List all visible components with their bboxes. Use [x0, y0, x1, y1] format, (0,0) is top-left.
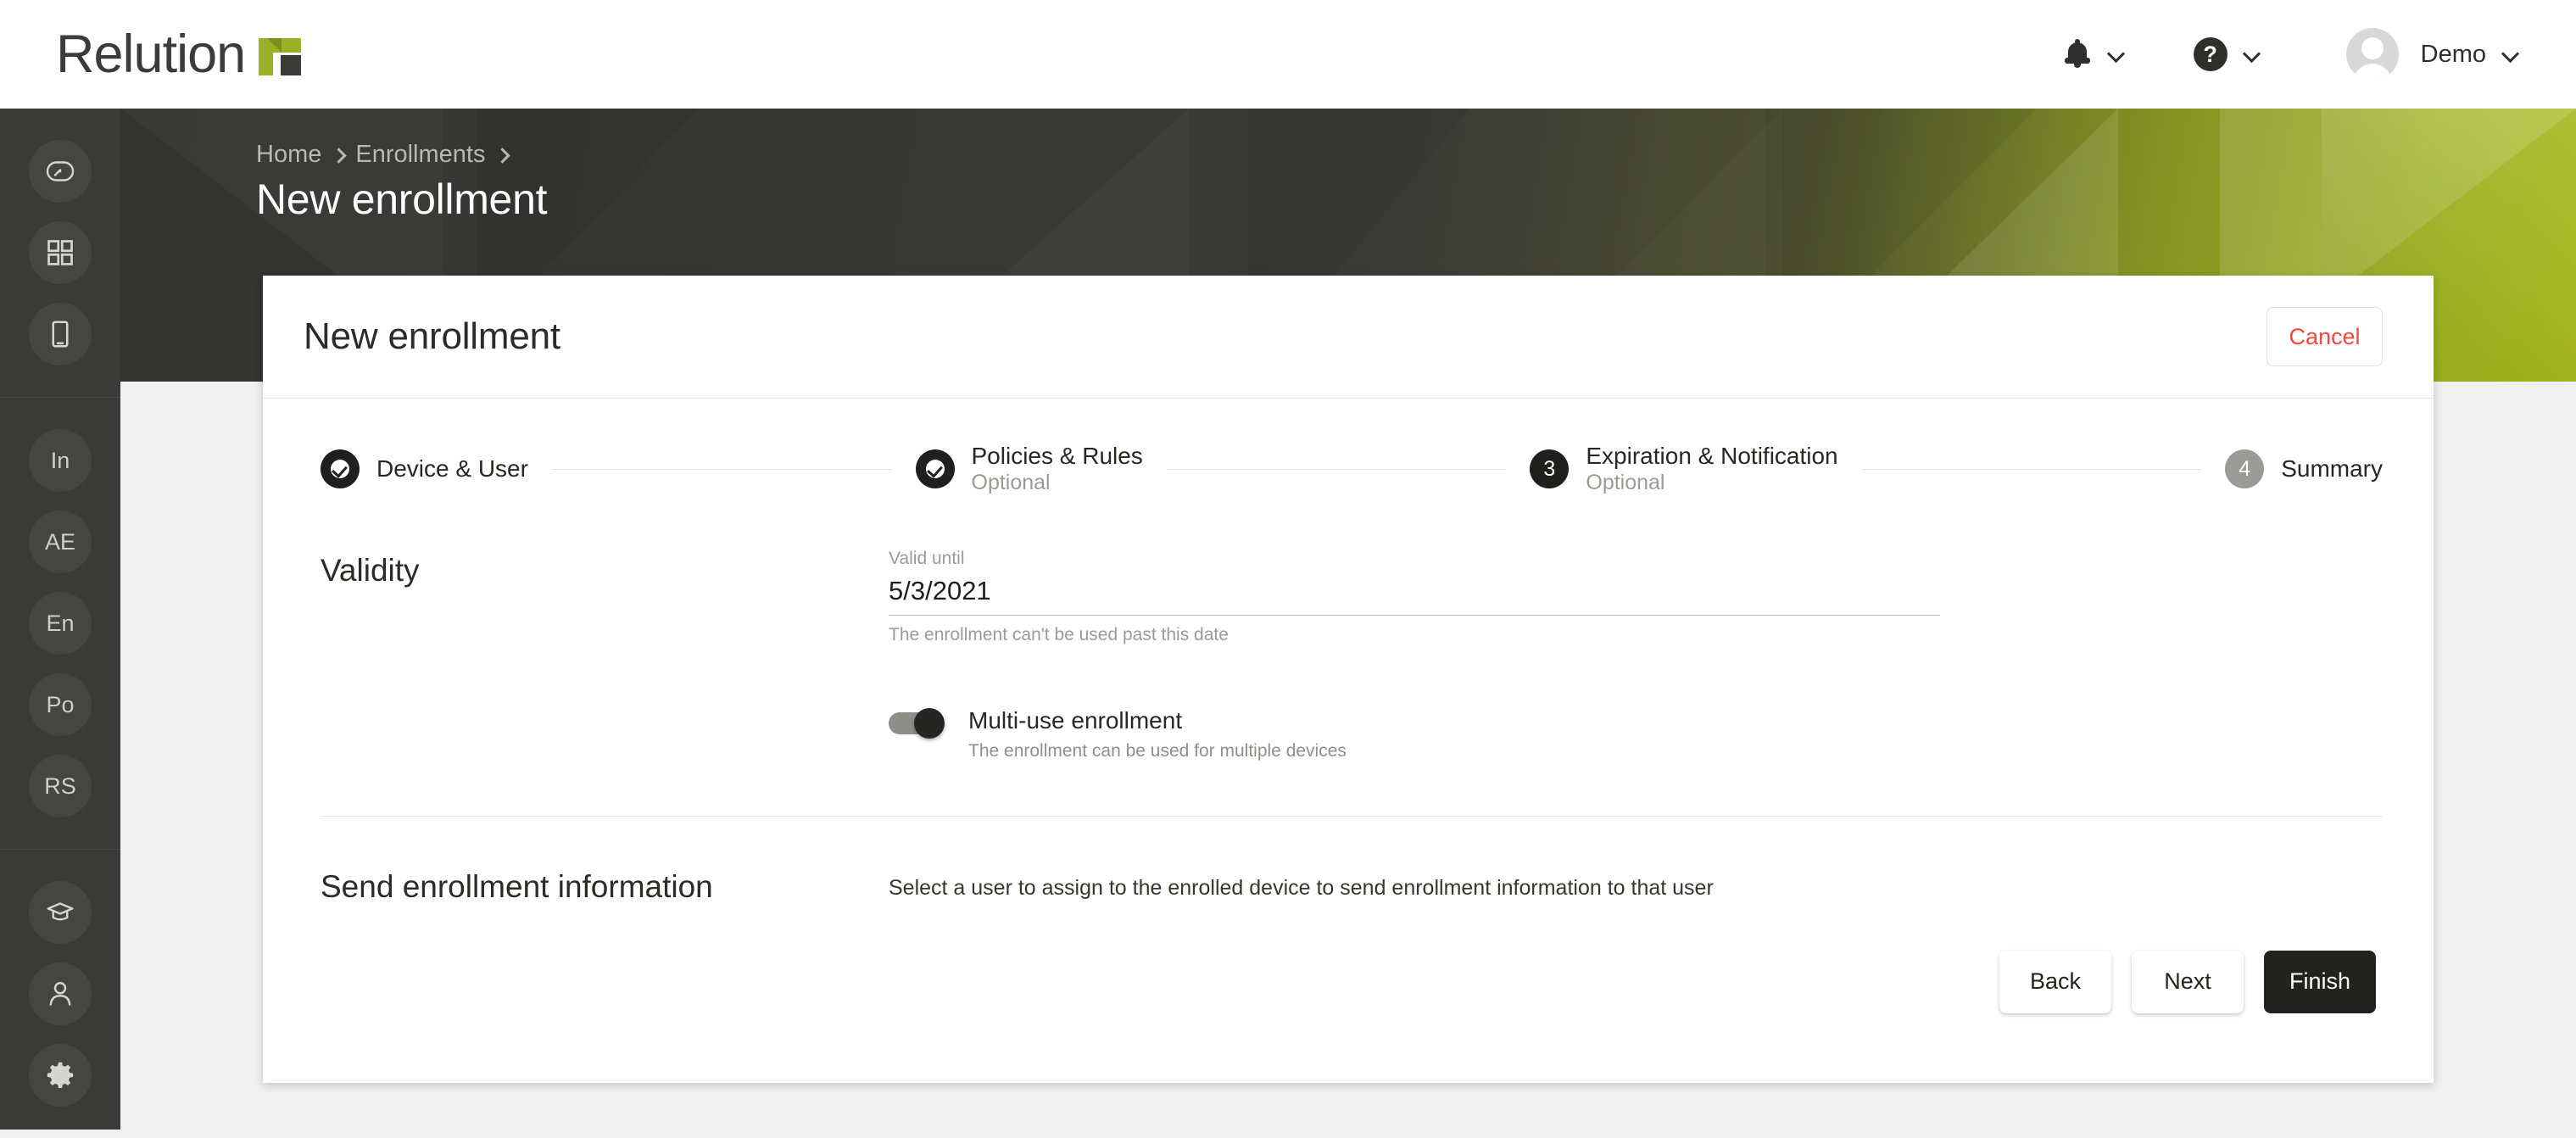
multi-use-label: Multi-use enrollment — [968, 707, 1183, 734]
step-complete-icon — [321, 449, 360, 489]
sidebar-item-label: AE — [29, 510, 92, 573]
finish-button[interactable]: Finish — [2264, 950, 2376, 1013]
notifications-menu[interactable] — [2063, 39, 2126, 70]
chevron-down-icon — [2107, 45, 2126, 64]
sidebar-item-label: En — [29, 592, 92, 655]
relution-mark-icon — [259, 33, 302, 75]
multi-use-toggle[interactable] — [889, 708, 945, 739]
sidebar-item-dashboard[interactable] — [0, 131, 120, 212]
chevron-down-icon — [2501, 45, 2520, 64]
brand-logo[interactable]: Relution — [56, 24, 302, 84]
sidebar-item-devices[interactable] — [0, 293, 120, 375]
sidebar-item-label: In — [29, 429, 92, 492]
valid-until-label: Valid until — [889, 549, 965, 569]
sidebar-group-management: In AE En Po RS — [0, 397, 120, 849]
top-bar-actions: ? Demo — [2063, 28, 2520, 81]
valid-until-field: Valid until 5/3/2021 The enrollment can'… — [889, 548, 1940, 645]
user-name: Demo — [2420, 40, 2486, 68]
step-device-and-user[interactable]: Device & User — [321, 449, 528, 489]
sidebar-item-education[interactable] — [0, 872, 120, 953]
step-label: Policies & Rules — [971, 443, 1143, 469]
wizard-stepper: Device & User Policies & Rules Optional … — [263, 399, 2434, 495]
user-menu[interactable]: Demo — [2261, 28, 2520, 81]
sidebar-item-label: RS — [29, 755, 92, 817]
back-button[interactable]: Back — [1999, 950, 2111, 1013]
step-expiration-and-notification[interactable]: 3 Expiration & Notification Optional — [1530, 443, 1838, 495]
step-sublabel: Optional — [1586, 471, 1665, 495]
page-title: New enrollment — [256, 176, 548, 223]
validity-section-title: Validity — [321, 553, 420, 589]
chevron-right-icon — [497, 147, 507, 164]
help-circle-icon: ? — [2193, 37, 2228, 71]
sidebar-item-policies[interactable]: Po — [0, 664, 120, 745]
new-enrollment-card: New enrollment Cancel Device & User Poli… — [263, 276, 2434, 1083]
breadcrumb: Home Enrollments — [256, 141, 519, 169]
grid-icon — [29, 221, 92, 284]
user-icon — [29, 962, 92, 1025]
sidebar-item-enrollments[interactable]: En — [0, 583, 120, 664]
step-number: 3 — [1530, 449, 1570, 489]
gear-icon — [29, 1044, 92, 1107]
next-button[interactable]: Next — [2132, 950, 2244, 1013]
sidebar-item-rule-sets[interactable]: RS — [0, 745, 120, 827]
step-label: Device & User — [376, 455, 528, 482]
multi-use-row: Multi-use enrollment The enrollment can … — [889, 706, 2383, 761]
sidebar-item-inventory[interactable]: In — [0, 420, 120, 501]
graduation-cap-icon — [29, 881, 92, 944]
section-divider — [321, 815, 2383, 817]
cancel-button[interactable]: Cancel — [2267, 307, 2383, 366]
top-bar: Relution ? Demo — [0, 0, 2576, 109]
validity-section: Validity Valid until 5/3/2021 The enroll… — [263, 548, 2434, 761]
step-summary[interactable]: 4 Summary — [2225, 449, 2383, 489]
tablet-icon — [29, 303, 92, 365]
help-menu[interactable]: ? — [2193, 37, 2261, 71]
send-enrollment-information-section: Send enrollment information Select a use… — [263, 864, 2434, 905]
valid-until-input[interactable]: 5/3/2021 — [889, 569, 1940, 616]
sidebar-item-apps[interactable] — [0, 212, 120, 293]
wizard-footer: Back Next Finish — [263, 905, 2434, 1013]
multi-use-hint: The enrollment can be used for multiple … — [968, 740, 1347, 761]
breadcrumb-item-home[interactable]: Home — [256, 141, 321, 169]
breadcrumb-item-enrollments[interactable]: Enrollments — [355, 141, 485, 169]
sidebar-item-users[interactable] — [0, 953, 120, 1035]
avatar — [2345, 28, 2399, 81]
chevron-right-icon — [333, 147, 343, 164]
step-connector — [1166, 468, 1507, 470]
step-label: Expiration & Notification — [1586, 443, 1838, 469]
step-connector — [1861, 468, 2202, 470]
valid-until-hint: The enrollment can't be used past this d… — [889, 625, 1229, 645]
card-title: New enrollment — [304, 315, 560, 357]
brand-name: Relution — [56, 24, 246, 84]
bell-icon — [2063, 39, 2092, 70]
chevron-down-icon — [2243, 45, 2261, 64]
send-info-section-title: Send enrollment information — [321, 868, 713, 904]
step-complete-icon — [915, 449, 955, 489]
gauge-icon — [29, 140, 92, 203]
step-connector — [551, 468, 892, 470]
sidebar-group-main — [0, 109, 120, 397]
step-number: 4 — [2225, 449, 2265, 489]
step-policies-and-rules[interactable]: Policies & Rules Optional — [915, 443, 1143, 495]
sidebar-item-android-enterprise[interactable]: AE — [0, 501, 120, 583]
sidebar-group-admin — [0, 849, 120, 1138]
step-label: Summary — [2281, 455, 2383, 482]
send-info-description: Select a user to assign to the enrolled … — [889, 875, 1714, 900]
card-header: New enrollment Cancel — [263, 276, 2434, 399]
sidebar: In AE En Po RS — [0, 109, 120, 1130]
sidebar-item-settings[interactable] — [0, 1035, 120, 1116]
sidebar-item-label: Po — [29, 673, 92, 736]
step-sublabel: Optional — [971, 471, 1051, 495]
